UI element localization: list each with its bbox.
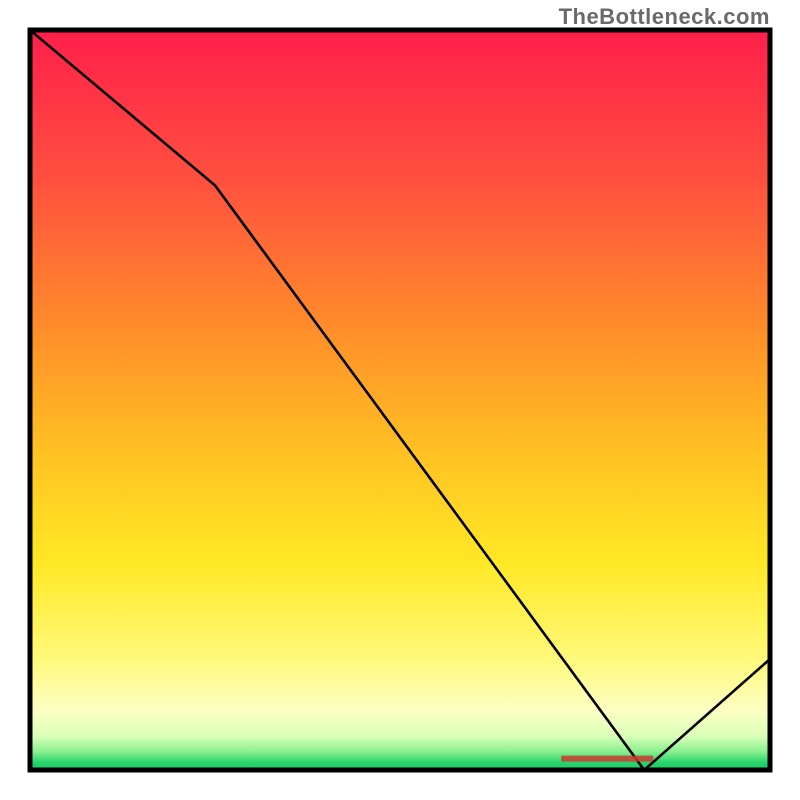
plot-gradient-bg	[30, 30, 770, 770]
bottleneck-chart	[0, 0, 800, 800]
annotation-strip	[561, 756, 653, 762]
chart-container: TheBottleneck.com	[0, 0, 800, 800]
